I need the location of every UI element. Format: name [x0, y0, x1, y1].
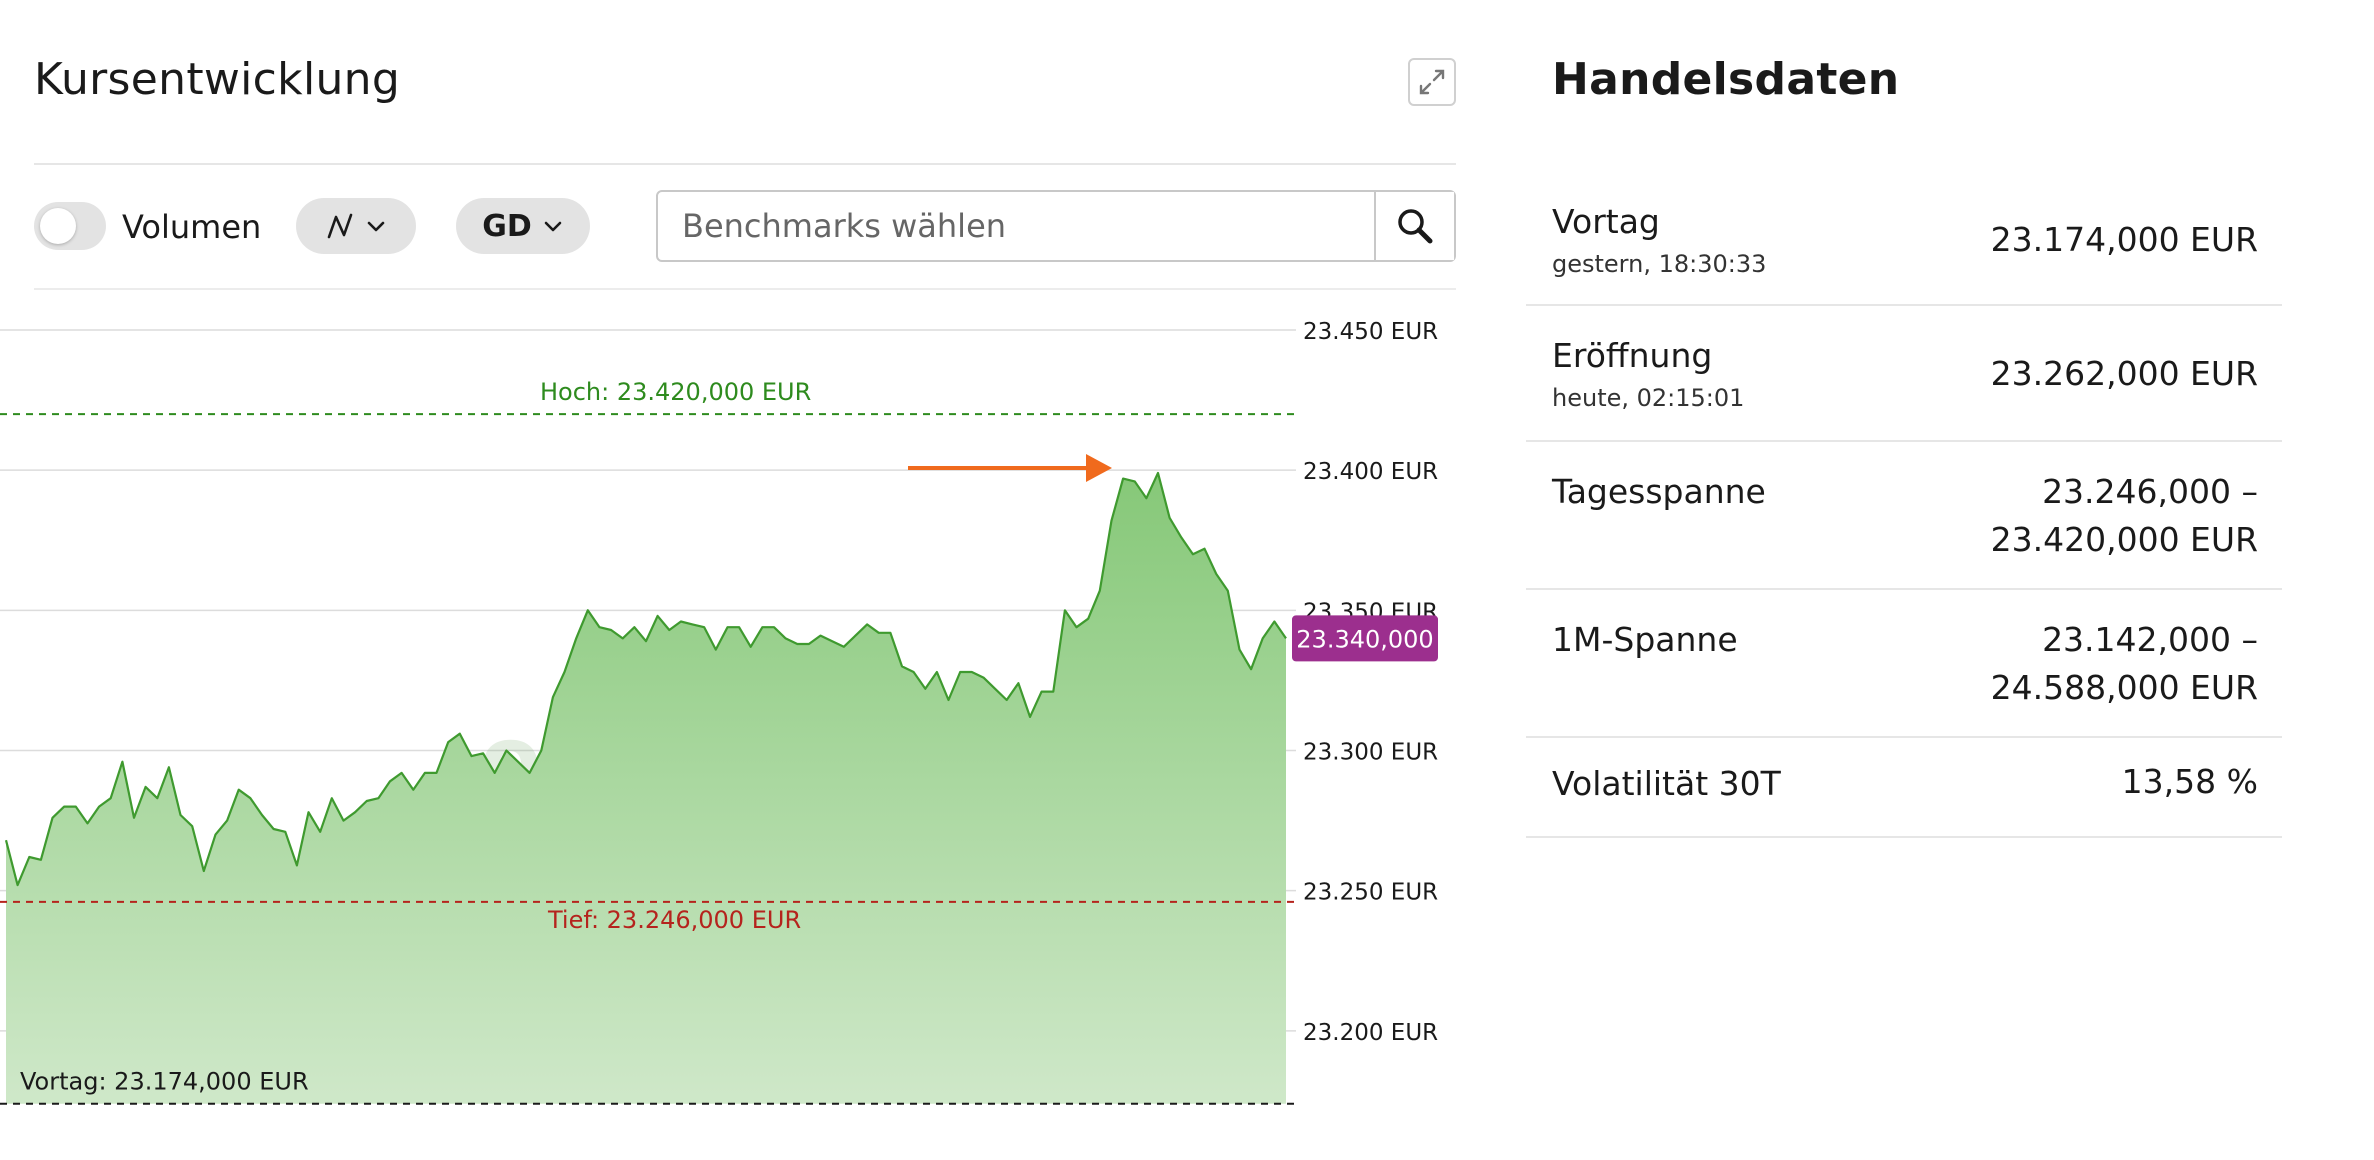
row-eroeffnung: Eröffnung heute, 02:15:01 23.262,000 EUR: [1526, 308, 2282, 442]
row-label: Volatilität 30T: [1552, 764, 1781, 803]
row-label: Tagesspanne: [1552, 472, 1766, 511]
row-sublabel: gestern, 18:30:33: [1552, 250, 1767, 278]
row-value-line1: 23.246,000 –: [2042, 472, 2258, 511]
panel-title: Handelsdaten: [1552, 54, 1900, 105]
row-value-line2: 24.588,000 EUR: [1990, 668, 2258, 707]
y-tick-label: 23.450 EUR: [1303, 319, 1438, 345]
y-tick-label: 23.200 EUR: [1303, 1020, 1438, 1046]
row-value: 23.174,000 EUR: [1990, 220, 2258, 259]
row-vortag: Vortag gestern, 18:30:33 23.174,000 EUR: [1526, 176, 2282, 306]
y-tick-label: 23.250 EUR: [1303, 880, 1438, 906]
previous-close-reference-line-label: Vortag: 23.174,000 EUR: [20, 1068, 309, 1096]
row-1m-spanne: 1M-Spanne 23.142,000 – 24.588,000 EUR: [1526, 592, 2282, 738]
chart-area: onvista Hoch: 23.420,000 EURTief: 23.246…: [0, 0, 1456, 1160]
row-tagesspanne: Tagesspanne 23.246,000 – 23.420,000 EUR: [1526, 444, 2282, 590]
row-label: Eröffnung: [1552, 336, 1713, 375]
price-tag-value: 23.340,000: [1296, 625, 1433, 653]
row-label: Vortag: [1552, 202, 1660, 241]
price-area: [6, 473, 1286, 1104]
row-value-line2: 23.420,000 EUR: [1990, 520, 2258, 559]
row-volatilitaet: Volatilität 30T 13,58 %: [1526, 740, 2282, 838]
row-value-line1: 23.142,000 –: [2042, 620, 2258, 659]
y-tick-label: 23.400 EUR: [1303, 459, 1438, 485]
low-reference-line-label: Tief: 23.246,000 EUR: [547, 906, 801, 934]
high-reference-line-label: Hoch: 23.420,000 EUR: [540, 378, 811, 406]
row-sublabel: heute, 02:15:01: [1552, 384, 1745, 412]
row-value: 23.262,000 EUR: [1990, 354, 2258, 393]
last-price-tag: 23.340,000: [1292, 615, 1438, 662]
row-label: 1M-Spanne: [1552, 620, 1738, 659]
row-value: 13,58 %: [2121, 762, 2258, 801]
trading-data-panel: Handelsdaten Vortag gestern, 18:30:33 23…: [1518, 0, 2282, 1160]
peak-arrow: [908, 454, 1112, 482]
y-tick-label: 23.300 EUR: [1303, 740, 1438, 766]
price-area-chart: onvista Hoch: 23.420,000 EURTief: 23.246…: [0, 319, 1438, 1105]
